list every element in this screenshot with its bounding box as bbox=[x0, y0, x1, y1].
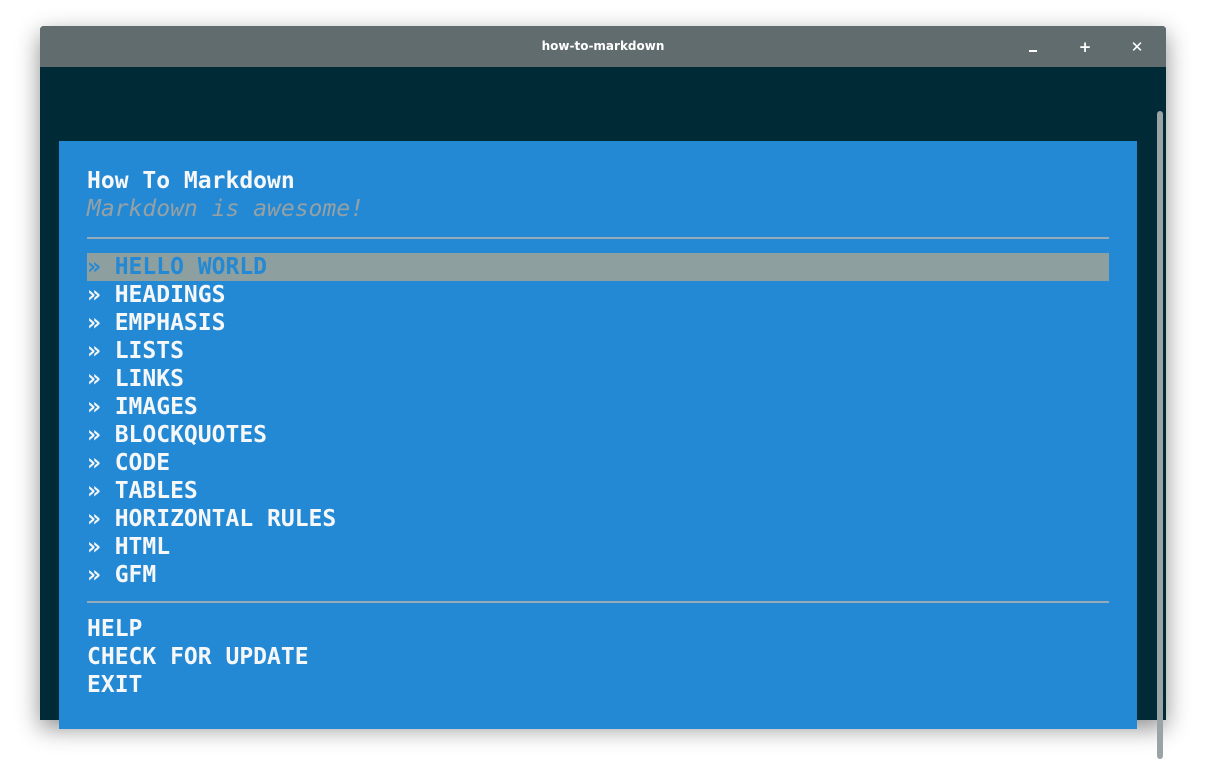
menu-item-images[interactable]: » IMAGES bbox=[87, 393, 1109, 421]
app-title: How To Markdown bbox=[87, 168, 295, 194]
title-bar[interactable]: how-to-markdown + ✕ bbox=[40, 26, 1166, 67]
terminal-window: how-to-markdown + ✕ How To Markdown Mark… bbox=[40, 26, 1166, 759]
lesson-menu: » HELLO WORLD » HEADINGS » EMPHASIS » LI… bbox=[87, 253, 1109, 589]
menu-item-code[interactable]: » CODE bbox=[87, 449, 1109, 477]
terminal-area: How To Markdown Markdown is awesome! » H… bbox=[40, 67, 1166, 759]
menu-item-emphasis[interactable]: » EMPHASIS bbox=[87, 309, 1109, 337]
exit-option[interactable]: EXIT bbox=[87, 671, 1109, 699]
menu-item-blockquotes[interactable]: » BLOCKQUOTES bbox=[87, 421, 1109, 449]
menu-item-headings[interactable]: » HEADINGS bbox=[87, 281, 1109, 309]
menu-item-links[interactable]: » LINKS bbox=[87, 365, 1109, 393]
window-title: how-to-markdown bbox=[541, 39, 665, 53]
close-icon: ✕ bbox=[1130, 38, 1144, 56]
minimize-icon bbox=[1029, 50, 1037, 52]
bottom-divider bbox=[87, 601, 1109, 603]
actions-menu: HELP CHECK FOR UPDATE EXIT bbox=[87, 615, 1109, 699]
minimize-button[interactable] bbox=[1020, 34, 1046, 60]
app-subtitle: Markdown is awesome! bbox=[87, 196, 364, 222]
menu-item-gfm[interactable]: » GFM bbox=[87, 561, 1109, 589]
close-button[interactable]: ✕ bbox=[1124, 34, 1150, 60]
top-divider bbox=[87, 237, 1109, 239]
menu-item-horizontal-rules[interactable]: » HORIZONTAL RULES bbox=[87, 505, 1109, 533]
menu-panel: How To Markdown Markdown is awesome! » H… bbox=[59, 141, 1137, 729]
menu-item-hello-world[interactable]: » HELLO WORLD bbox=[87, 253, 1109, 281]
maximize-icon: + bbox=[1078, 38, 1092, 56]
maximize-button[interactable]: + bbox=[1072, 34, 1098, 60]
menu-item-tables[interactable]: » TABLES bbox=[87, 477, 1109, 505]
scrollbar[interactable] bbox=[1157, 111, 1163, 759]
menu-item-html[interactable]: » HTML bbox=[87, 533, 1109, 561]
check-for-update-option[interactable]: CHECK FOR UPDATE bbox=[87, 643, 1109, 671]
menu-item-lists[interactable]: » LISTS bbox=[87, 337, 1109, 365]
help-option[interactable]: HELP bbox=[87, 615, 1109, 643]
